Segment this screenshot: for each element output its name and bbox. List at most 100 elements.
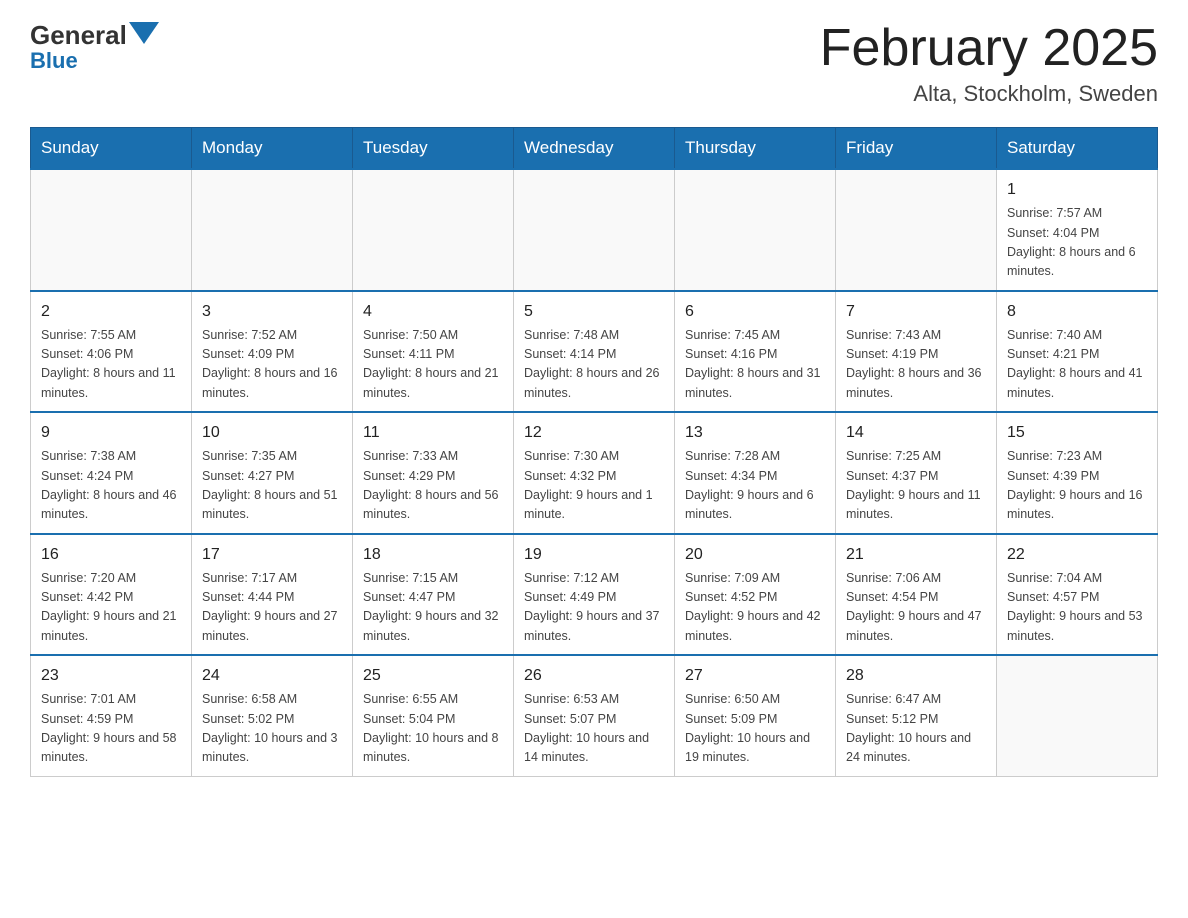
day-info: Sunrise: 7:09 AM Sunset: 4:52 PM Dayligh…: [685, 569, 825, 647]
calendar-day-cell: 2Sunrise: 7:55 AM Sunset: 4:06 PM Daylig…: [31, 291, 192, 413]
day-number: 17: [202, 543, 342, 567]
day-info: Sunrise: 6:58 AM Sunset: 5:02 PM Dayligh…: [202, 690, 342, 768]
calendar-day-cell: 26Sunrise: 6:53 AM Sunset: 5:07 PM Dayli…: [514, 655, 675, 776]
day-of-week-header: Wednesday: [514, 128, 675, 170]
calendar-day-cell: 13Sunrise: 7:28 AM Sunset: 4:34 PM Dayli…: [675, 412, 836, 534]
day-number: 23: [41, 664, 181, 688]
day-number: 19: [524, 543, 664, 567]
calendar-week-row: 1Sunrise: 7:57 AM Sunset: 4:04 PM Daylig…: [31, 169, 1158, 291]
page-header: General Blue February 2025 Alta, Stockho…: [30, 20, 1158, 107]
month-title: February 2025: [820, 20, 1158, 77]
calendar-day-cell: 19Sunrise: 7:12 AM Sunset: 4:49 PM Dayli…: [514, 534, 675, 656]
day-info: Sunrise: 7:12 AM Sunset: 4:49 PM Dayligh…: [524, 569, 664, 647]
calendar-day-cell: 27Sunrise: 6:50 AM Sunset: 5:09 PM Dayli…: [675, 655, 836, 776]
logo-general: General: [30, 22, 127, 48]
day-number: 14: [846, 421, 986, 445]
calendar-day-cell: [31, 169, 192, 291]
calendar-day-cell: 5Sunrise: 7:48 AM Sunset: 4:14 PM Daylig…: [514, 291, 675, 413]
day-info: Sunrise: 6:47 AM Sunset: 5:12 PM Dayligh…: [846, 690, 986, 768]
day-info: Sunrise: 7:20 AM Sunset: 4:42 PM Dayligh…: [41, 569, 181, 647]
day-number: 12: [524, 421, 664, 445]
calendar-week-row: 2Sunrise: 7:55 AM Sunset: 4:06 PM Daylig…: [31, 291, 1158, 413]
day-number: 25: [363, 664, 503, 688]
calendar-week-row: 16Sunrise: 7:20 AM Sunset: 4:42 PM Dayli…: [31, 534, 1158, 656]
calendar-day-cell: 1Sunrise: 7:57 AM Sunset: 4:04 PM Daylig…: [997, 169, 1158, 291]
calendar-week-row: 9Sunrise: 7:38 AM Sunset: 4:24 PM Daylig…: [31, 412, 1158, 534]
logo-icon: [129, 22, 159, 50]
day-number: 20: [685, 543, 825, 567]
calendar-day-cell: [192, 169, 353, 291]
day-number: 4: [363, 300, 503, 324]
calendar-day-cell: 17Sunrise: 7:17 AM Sunset: 4:44 PM Dayli…: [192, 534, 353, 656]
day-of-week-header: Monday: [192, 128, 353, 170]
day-number: 8: [1007, 300, 1147, 324]
calendar-day-cell: 4Sunrise: 7:50 AM Sunset: 4:11 PM Daylig…: [353, 291, 514, 413]
calendar-day-cell: 14Sunrise: 7:25 AM Sunset: 4:37 PM Dayli…: [836, 412, 997, 534]
day-number: 15: [1007, 421, 1147, 445]
calendar-day-cell: 21Sunrise: 7:06 AM Sunset: 4:54 PM Dayli…: [836, 534, 997, 656]
calendar-day-cell: 18Sunrise: 7:15 AM Sunset: 4:47 PM Dayli…: [353, 534, 514, 656]
calendar-day-cell: 7Sunrise: 7:43 AM Sunset: 4:19 PM Daylig…: [836, 291, 997, 413]
day-info: Sunrise: 7:04 AM Sunset: 4:57 PM Dayligh…: [1007, 569, 1147, 647]
day-info: Sunrise: 7:40 AM Sunset: 4:21 PM Dayligh…: [1007, 326, 1147, 404]
day-number: 16: [41, 543, 181, 567]
day-info: Sunrise: 7:06 AM Sunset: 4:54 PM Dayligh…: [846, 569, 986, 647]
calendar-day-cell: 20Sunrise: 7:09 AM Sunset: 4:52 PM Dayli…: [675, 534, 836, 656]
day-info: Sunrise: 6:53 AM Sunset: 5:07 PM Dayligh…: [524, 690, 664, 768]
day-number: 1: [1007, 178, 1147, 202]
calendar-day-cell: 28Sunrise: 6:47 AM Sunset: 5:12 PM Dayli…: [836, 655, 997, 776]
day-of-week-header: Saturday: [997, 128, 1158, 170]
day-info: Sunrise: 7:23 AM Sunset: 4:39 PM Dayligh…: [1007, 447, 1147, 525]
calendar-day-cell: [675, 169, 836, 291]
day-info: Sunrise: 7:01 AM Sunset: 4:59 PM Dayligh…: [41, 690, 181, 768]
logo: General Blue: [30, 20, 159, 74]
calendar-day-cell: 9Sunrise: 7:38 AM Sunset: 4:24 PM Daylig…: [31, 412, 192, 534]
calendar-day-cell: 22Sunrise: 7:04 AM Sunset: 4:57 PM Dayli…: [997, 534, 1158, 656]
location: Alta, Stockholm, Sweden: [820, 81, 1158, 107]
day-info: Sunrise: 7:28 AM Sunset: 4:34 PM Dayligh…: [685, 447, 825, 525]
calendar-day-cell: 3Sunrise: 7:52 AM Sunset: 4:09 PM Daylig…: [192, 291, 353, 413]
calendar-day-cell: [514, 169, 675, 291]
calendar-header-row: SundayMondayTuesdayWednesdayThursdayFrid…: [31, 128, 1158, 170]
day-number: 18: [363, 543, 503, 567]
day-number: 13: [685, 421, 825, 445]
day-info: Sunrise: 7:43 AM Sunset: 4:19 PM Dayligh…: [846, 326, 986, 404]
calendar-day-cell: 24Sunrise: 6:58 AM Sunset: 5:02 PM Dayli…: [192, 655, 353, 776]
day-number: 28: [846, 664, 986, 688]
day-number: 22: [1007, 543, 1147, 567]
calendar-day-cell: 12Sunrise: 7:30 AM Sunset: 4:32 PM Dayli…: [514, 412, 675, 534]
calendar-day-cell: [997, 655, 1158, 776]
day-number: 2: [41, 300, 181, 324]
day-info: Sunrise: 7:45 AM Sunset: 4:16 PM Dayligh…: [685, 326, 825, 404]
calendar-day-cell: [353, 169, 514, 291]
calendar-week-row: 23Sunrise: 7:01 AM Sunset: 4:59 PM Dayli…: [31, 655, 1158, 776]
day-number: 27: [685, 664, 825, 688]
day-info: Sunrise: 7:35 AM Sunset: 4:27 PM Dayligh…: [202, 447, 342, 525]
title-area: February 2025 Alta, Stockholm, Sweden: [820, 20, 1158, 107]
day-number: 24: [202, 664, 342, 688]
logo-blue: Blue: [30, 48, 78, 74]
day-info: Sunrise: 7:55 AM Sunset: 4:06 PM Dayligh…: [41, 326, 181, 404]
day-info: Sunrise: 7:38 AM Sunset: 4:24 PM Dayligh…: [41, 447, 181, 525]
day-info: Sunrise: 6:50 AM Sunset: 5:09 PM Dayligh…: [685, 690, 825, 768]
day-info: Sunrise: 7:15 AM Sunset: 4:47 PM Dayligh…: [363, 569, 503, 647]
day-of-week-header: Tuesday: [353, 128, 514, 170]
calendar-day-cell: 15Sunrise: 7:23 AM Sunset: 4:39 PM Dayli…: [997, 412, 1158, 534]
day-info: Sunrise: 7:25 AM Sunset: 4:37 PM Dayligh…: [846, 447, 986, 525]
day-info: Sunrise: 7:52 AM Sunset: 4:09 PM Dayligh…: [202, 326, 342, 404]
day-info: Sunrise: 7:57 AM Sunset: 4:04 PM Dayligh…: [1007, 204, 1147, 282]
day-info: Sunrise: 7:33 AM Sunset: 4:29 PM Dayligh…: [363, 447, 503, 525]
day-number: 6: [685, 300, 825, 324]
day-number: 21: [846, 543, 986, 567]
day-number: 26: [524, 664, 664, 688]
day-of-week-header: Thursday: [675, 128, 836, 170]
day-info: Sunrise: 7:17 AM Sunset: 4:44 PM Dayligh…: [202, 569, 342, 647]
calendar-day-cell: 10Sunrise: 7:35 AM Sunset: 4:27 PM Dayli…: [192, 412, 353, 534]
day-of-week-header: Sunday: [31, 128, 192, 170]
day-number: 5: [524, 300, 664, 324]
day-info: Sunrise: 7:50 AM Sunset: 4:11 PM Dayligh…: [363, 326, 503, 404]
calendar-day-cell: 8Sunrise: 7:40 AM Sunset: 4:21 PM Daylig…: [997, 291, 1158, 413]
day-info: Sunrise: 6:55 AM Sunset: 5:04 PM Dayligh…: [363, 690, 503, 768]
calendar-day-cell: 16Sunrise: 7:20 AM Sunset: 4:42 PM Dayli…: [31, 534, 192, 656]
day-number: 7: [846, 300, 986, 324]
